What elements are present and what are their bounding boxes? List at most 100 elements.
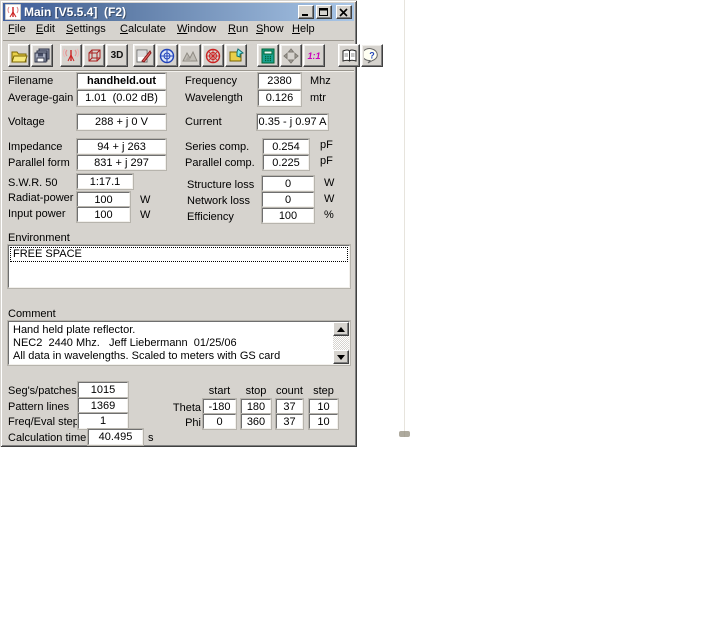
toolbar: 3D [3,41,354,70]
phi-stop-field[interactable]: 360 [241,414,271,429]
scroll-down-icon [337,355,345,360]
environment-listbox[interactable]: FREE SPACE [8,245,350,288]
frequency-field[interactable]: 2380 [258,73,301,89]
impedance-label: Impedance [8,141,62,153]
wavelength-unit: mtr [310,92,326,104]
background-artifact-smudge [399,431,410,437]
series-comp-field[interactable]: 0.254 [263,139,309,154]
menu-show[interactable]: Show [256,23,284,35]
notepad-pencil-icon [136,48,152,63]
structure-loss-field[interactable]: 0 [262,176,314,191]
frequency-unit: Mhz [310,75,331,87]
voltage-label: Voltage [8,116,45,128]
sweep-header-start: start [203,385,236,397]
radiat-power-field[interactable]: 100 [77,192,130,207]
swr50-label: S.W.R. 50 [8,177,58,189]
pattern-lines-field[interactable]: 1369 [78,398,128,414]
menu-calculate[interactable]: Calculate [120,23,166,35]
menu-calculate-accel: C [120,23,128,35]
segs-patches-field[interactable]: 1015 [78,382,128,398]
titlebar[interactable]: Main [V5.5.4] (F2) [3,3,354,21]
toolbar-separator [3,70,354,72]
input-power-unit: W [140,209,150,221]
sweep-header-count: count [274,385,305,397]
close-icon [339,8,349,17]
menubar: File Edit Settings Calculate Window Run … [3,21,354,40]
menu-settings[interactable]: Settings [66,23,106,35]
series-comp-unit: pF [320,139,333,151]
3d-view-button[interactable]: 3D [106,44,128,67]
structure-loss-unit: W [324,177,334,189]
book-arrow-icon [228,48,245,63]
menu-file[interactable]: File [8,23,26,35]
freq-eval-steps-label: Freq/Eval steps [8,416,84,428]
scale-1to1-button[interactable]: 1:1 [303,44,325,67]
four-arrows-icon [283,48,299,64]
theta-stop-field[interactable]: 180 [241,399,271,414]
comment-scroll-up-button[interactable] [333,322,349,336]
frequency-label: Frequency [185,75,237,87]
series-comp-label: Series comp. [185,141,249,153]
geometry-button[interactable] [83,44,105,67]
menu-run[interactable]: Run [228,23,248,35]
swr50-field[interactable]: 1:17.1 [77,174,133,189]
manual-button[interactable] [338,44,360,67]
theta-start-field[interactable]: -180 [203,399,236,414]
menu-window[interactable]: Window [177,23,216,35]
antenna-icon [63,48,79,63]
menu-help[interactable]: Help [292,23,315,35]
current-field[interactable]: 0.35 - j 0.97 A [257,114,328,130]
comment-box[interactable]: Hand held plate reflector. NEC2 2440 Mhz… [8,321,350,365]
view-output-button[interactable] [225,44,247,67]
phi-step-field[interactable]: 10 [309,414,338,429]
calculate-button[interactable] [257,44,279,67]
help-button[interactable]: ? [361,44,383,67]
average-gain-field[interactable]: 1.01 (0.02 dB) [77,90,166,106]
menu-file-rest: ile [15,23,26,35]
comment-scroll-down-button[interactable] [333,350,349,364]
surface-plot-button-disabled[interactable] [179,44,201,67]
open-file-button[interactable] [8,44,30,67]
menu-run-accel: R [228,23,236,35]
wavelength-field[interactable]: 0.126 [258,90,301,106]
filename-field[interactable]: handheld.out [77,73,166,89]
far-field-pattern-button[interactable] [156,44,178,67]
sweep-header-stop: stop [241,385,271,397]
phi-count-field[interactable]: 37 [276,414,303,429]
background-artifact-line [404,0,405,437]
freq-eval-steps-field[interactable]: 1 [78,413,128,429]
minimize-button[interactable] [298,5,314,19]
save-button[interactable] [31,44,53,67]
environment-selected-item[interactable]: FREE SPACE [10,247,348,262]
minimize-icon [301,8,311,17]
calculator-icon [261,48,275,64]
parallel-comp-field[interactable]: 0.225 [263,155,309,170]
theta-step-field[interactable]: 10 [309,399,338,414]
comment-scrollbar[interactable] [333,322,349,364]
network-loss-unit: W [324,193,334,205]
radiat-power-label: Radiat-power [8,192,73,204]
menu-edit[interactable]: Edit [36,23,55,35]
close-button[interactable] [336,5,352,19]
red-polar-icon [205,48,221,64]
parallel-form-field[interactable]: 831 + j 297 [77,155,166,170]
phi-start-field[interactable]: 0 [203,414,236,429]
voltage-field[interactable]: 288 + j 0 V [77,114,166,130]
comment-line-2: NEC2 2440 Mhz. Jeff Liebermann 01/25/06 [13,337,237,349]
menu-window-rest: indow [187,23,216,35]
run-nec-button[interactable] [60,44,82,67]
efficiency-field[interactable]: 100 [262,208,314,223]
theta-count-field[interactable]: 37 [276,399,303,414]
maximize-button[interactable] [316,5,332,19]
network-loss-field[interactable]: 0 [262,192,314,207]
calculation-time-field[interactable]: 40.495 [88,429,143,445]
parallel-comp-label: Parallel comp. [185,157,255,169]
edit-nec-button[interactable] [133,44,155,67]
svg-text:?: ? [369,50,375,60]
radiat-power-unit: W [140,194,150,206]
polar-pattern-button[interactable] [202,44,224,67]
calculation-time-unit: s [148,432,154,444]
optimize-button-disabled[interactable] [280,44,302,67]
input-power-field[interactable]: 100 [77,207,130,222]
impedance-field[interactable]: 94 + j 263 [77,139,166,154]
